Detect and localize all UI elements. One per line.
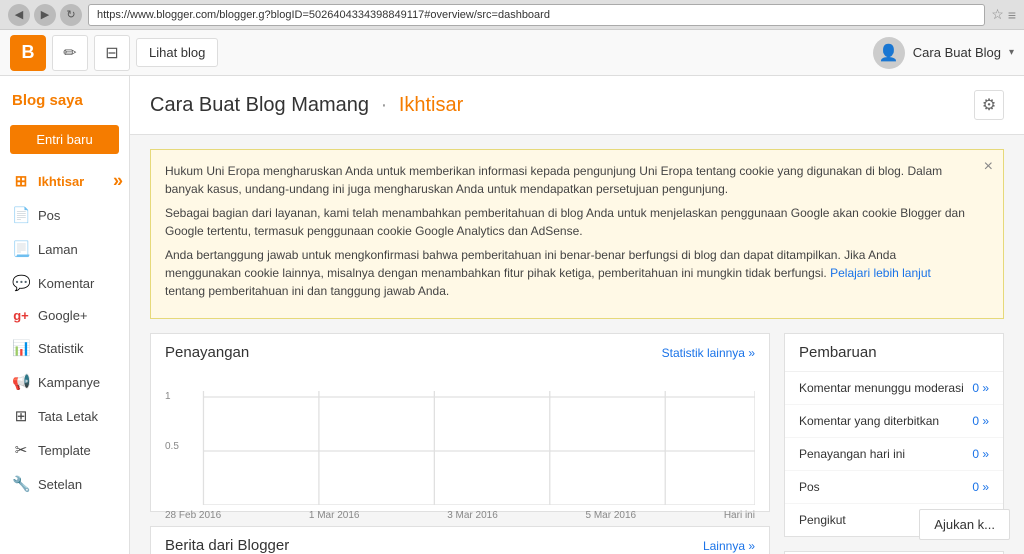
- page-header: Cara Buat Blog Mamang · Ikhtisar ⚙: [130, 76, 1024, 135]
- cookie-para3: Anda bertanggung jawab untuk mengkonfirm…: [165, 246, 973, 300]
- view-blog-button[interactable]: Lihat blog: [136, 38, 218, 67]
- pembaruan-card: Pembaruan Komentar menunggu moderasi 0 »…: [784, 333, 1004, 537]
- sidebar-item-template[interactable]: ✂ Template: [0, 433, 129, 467]
- chart-y-label-05: 0.5: [165, 441, 179, 452]
- statistik-lainnya-link[interactable]: Statistik lainnya »: [662, 346, 755, 360]
- x-label-4: Hari ini: [724, 510, 755, 521]
- kampanye-icon: 📢: [12, 373, 30, 391]
- sidebar-label-kampanye: Kampanye: [38, 375, 100, 390]
- x-label-0: 28 Feb 2016: [165, 510, 221, 521]
- home-icon: ⊞: [12, 172, 30, 190]
- sidebar-item-laman[interactable]: 📃 Laman: [0, 232, 129, 266]
- pos-icon: 📄: [12, 206, 30, 224]
- sidebar-item-komentar[interactable]: 💬 Komentar: [0, 266, 129, 300]
- content-left: Penayangan Statistik lainnya » 1 0.5: [150, 333, 770, 554]
- ajukan-button[interactable]: Ajukan k...: [919, 509, 1010, 540]
- berita-section: Berita dari Blogger Lainnya » An update …: [150, 526, 770, 554]
- pembaruan-label-3: Pos: [799, 480, 820, 494]
- bookmark-icon[interactable]: ☆: [991, 6, 1004, 23]
- penayangan-title: Penayangan: [165, 344, 249, 361]
- sidebar-item-pos[interactable]: 📄 Pos: [0, 198, 129, 232]
- sidebar-label-template: Template: [38, 443, 91, 458]
- sidebar-label-setelan: Setelan: [38, 477, 82, 492]
- sidebar-item-googleplus[interactable]: g+ Google+: [0, 300, 129, 331]
- page-settings-button[interactable]: ⚙: [974, 90, 1004, 120]
- user-name[interactable]: Cara Buat Blog: [913, 45, 1001, 60]
- sidebar-item-setelan[interactable]: 🔧 Setelan: [0, 467, 129, 501]
- blog-name: Cara Buat Blog Mamang: [150, 94, 369, 116]
- forward-button[interactable]: ▶: [34, 4, 56, 26]
- address-bar[interactable]: [88, 4, 985, 26]
- active-arrow: »: [113, 171, 123, 192]
- content-grid: Penayangan Statistik lainnya » 1 0.5: [130, 333, 1024, 554]
- laman-icon: 📃: [12, 240, 30, 258]
- browser-chrome: ◀ ▶ ↻ ☆ ≡: [0, 0, 1024, 30]
- sidebar-item-statistik[interactable]: 📊 Statistik: [0, 331, 129, 365]
- sidebar-label-tata-letak: Tata Letak: [38, 409, 98, 424]
- edit-icon-button[interactable]: ✏: [52, 35, 88, 71]
- pembaruan-value-1[interactable]: 0 »: [972, 414, 989, 428]
- pembaruan-title: Pembaruan: [785, 334, 1003, 372]
- penayangan-card: Penayangan Statistik lainnya » 1 0.5: [150, 333, 770, 512]
- sidebar-blog-title[interactable]: Blog saya: [0, 84, 129, 121]
- top-toolbar: B ✏ ⊟ Lihat blog 👤 Cara Buat Blog ▾: [0, 30, 1024, 76]
- penayangan-chart: [165, 385, 755, 505]
- blogger-logo[interactable]: B: [10, 35, 46, 71]
- sidebar: Blog saya Entri baru ⊞ Ikhtisar » 📄 Pos …: [0, 76, 130, 554]
- sidebar-label-pos: Pos: [38, 208, 60, 223]
- pembaruan-row-3: Pos 0 »: [785, 471, 1003, 504]
- pembaruan-label-1: Komentar yang diterbitkan: [799, 414, 939, 428]
- pembaruan-label-0: Komentar menunggu moderasi: [799, 381, 964, 395]
- template-icon: ✂: [12, 441, 30, 459]
- sidebar-label-statistik: Statistik: [38, 341, 84, 356]
- pembaruan-row-0: Komentar menunggu moderasi 0 »: [785, 372, 1003, 405]
- chart-x-labels: 28 Feb 2016 1 Mar 2016 3 Mar 2016 5 Mar …: [165, 508, 755, 521]
- sidebar-label-komentar: Komentar: [38, 276, 94, 291]
- statistik-icon: 📊: [12, 339, 30, 357]
- berita-lainnya-link[interactable]: Lainnya »: [703, 539, 755, 553]
- pembaruan-value-3[interactable]: 0 »: [972, 480, 989, 494]
- sidebar-item-tata-letak[interactable]: ⊞ Tata Letak: [0, 399, 129, 433]
- sidebar-item-ikhtisar[interactable]: ⊞ Ikhtisar »: [0, 164, 129, 198]
- x-label-3: 5 Mar 2016: [586, 510, 637, 521]
- googleplus-icon: g+: [12, 308, 30, 323]
- separator-dot: ·: [381, 94, 388, 116]
- list-icon-button[interactable]: ⊟: [94, 35, 130, 71]
- chart-y-label-1: 1: [165, 391, 171, 402]
- tata-letak-icon: ⊞: [12, 407, 30, 425]
- x-label-2: 3 Mar 2016: [447, 510, 498, 521]
- pembaruan-value-0[interactable]: 0 »: [972, 381, 989, 395]
- page-title: Cara Buat Blog Mamang · Ikhtisar: [150, 94, 463, 117]
- chart-area: 1 0.5: [151, 371, 769, 511]
- cookie-para2: Sebagai bagian dari layanan, kami telah …: [165, 204, 973, 240]
- pembaruan-row-2: Penayangan hari ini 0 »: [785, 438, 1003, 471]
- pembaruan-label-2: Penayangan hari ini: [799, 447, 905, 461]
- setelan-icon: 🔧: [12, 475, 30, 493]
- pembaruan-label-4: Pengikut: [799, 513, 846, 527]
- berita-title: Berita dari Blogger: [165, 537, 289, 554]
- user-dropdown-arrow[interactable]: ▾: [1009, 47, 1014, 58]
- berita-header: Berita dari Blogger Lainnya »: [151, 527, 769, 554]
- content-area: Cara Buat Blog Mamang · Ikhtisar ⚙ × Huk…: [130, 76, 1024, 554]
- komentar-icon: 💬: [12, 274, 30, 292]
- sidebar-label-googleplus: Google+: [38, 308, 88, 323]
- cookie-notice: × Hukum Uni Eropa mengharuskan Anda untu…: [150, 149, 1004, 319]
- cookie-para1: Hukum Uni Eropa mengharuskan Anda untuk …: [165, 162, 973, 198]
- sidebar-label-ikhtisar: Ikhtisar: [38, 174, 84, 189]
- back-button[interactable]: ◀: [8, 4, 30, 26]
- pembaruan-value-2[interactable]: 0 »: [972, 447, 989, 461]
- pembaruan-row-1: Komentar yang diterbitkan 0 »: [785, 405, 1003, 438]
- penayangan-header: Penayangan Statistik lainnya »: [151, 334, 769, 371]
- settings-icon[interactable]: ≡: [1008, 7, 1016, 23]
- user-avatar: 👤: [873, 37, 905, 69]
- refresh-button[interactable]: ↻: [60, 4, 82, 26]
- sidebar-label-laman: Laman: [38, 242, 78, 257]
- x-label-1: 1 Mar 2016: [309, 510, 360, 521]
- page-section: Ikhtisar: [399, 94, 463, 116]
- new-post-button[interactable]: Entri baru: [10, 125, 119, 154]
- sidebar-item-kampanye[interactable]: 📢 Kampanye: [0, 365, 129, 399]
- cookie-close-button[interactable]: ×: [984, 158, 993, 176]
- cookie-learn-more-link[interactable]: Pelajari lebih lanjut: [830, 266, 931, 280]
